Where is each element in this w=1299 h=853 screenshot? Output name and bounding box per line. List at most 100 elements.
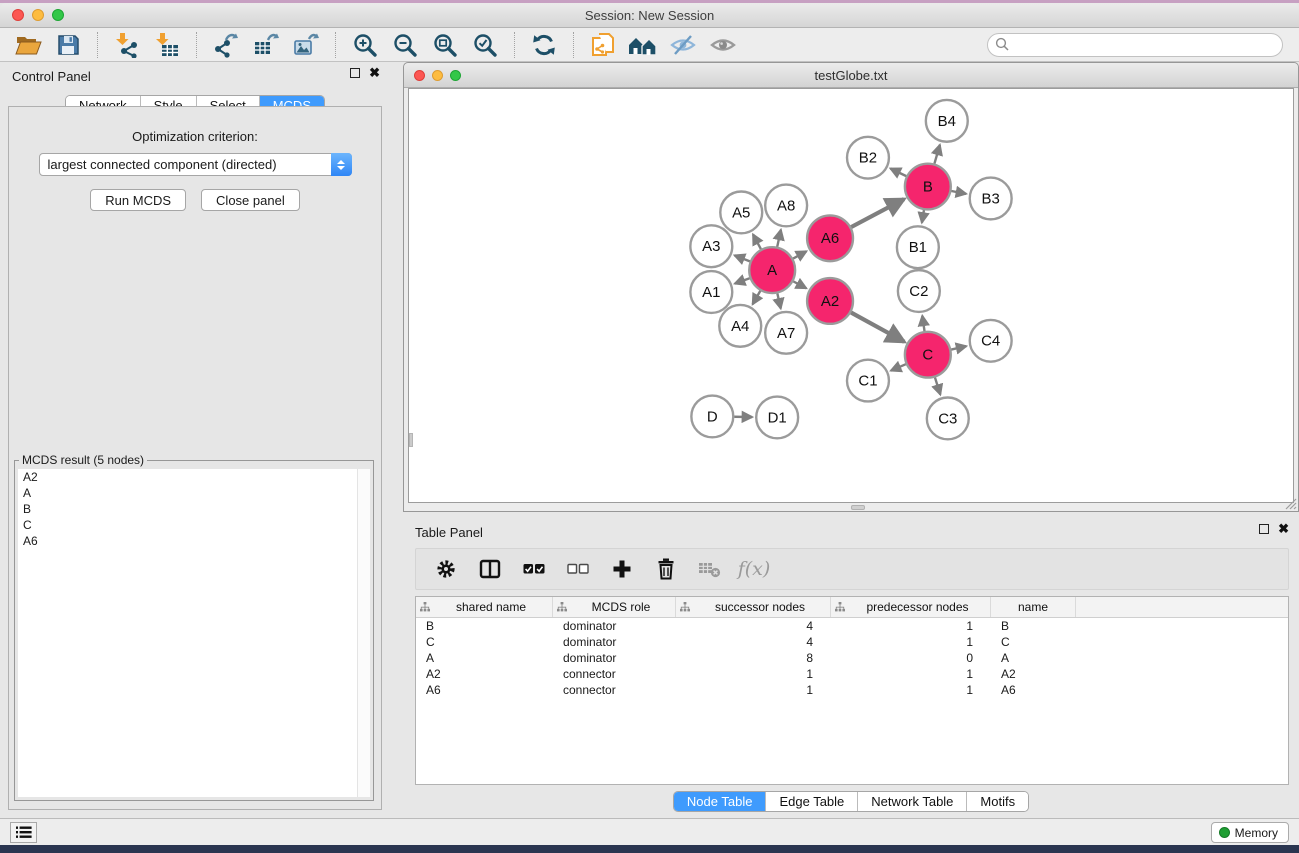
network-vertical-scrollbar[interactable] [409,433,413,447]
close-panel-icon[interactable]: ✖ [1278,524,1289,534]
graph-edge-A-A6[interactable] [793,251,806,258]
graph-node-A7[interactable]: A7 [765,312,807,354]
refresh-button[interactable] [524,30,564,60]
tab-motifs[interactable]: Motifs [967,792,1028,811]
first-neighbors-button[interactable] [623,30,663,60]
graph-edge-A-A5[interactable] [753,234,761,249]
graph-edge-B-B3[interactable] [951,191,966,194]
table-row[interactable]: A6connector11A6 [416,682,1288,698]
graph-edge-A-A2[interactable] [793,281,806,288]
graph-node-A6[interactable]: A6 [807,215,853,261]
float-panel-icon[interactable] [1259,524,1269,534]
network-window-titlebar[interactable]: testGlobe.txt [404,63,1298,88]
show-all-button[interactable] [703,30,743,60]
resize-grip-icon[interactable] [1284,497,1297,510]
graph-node-D1[interactable]: D1 [756,397,798,439]
graph-edge-A-A1[interactable] [735,278,750,283]
result-item-a6[interactable]: A6 [18,533,370,549]
tab-network-table[interactable]: Network Table [858,792,967,811]
graph-edge-A-A7[interactable] [777,293,780,308]
tab-edge-table[interactable]: Edge Table [766,792,858,811]
save-session-button[interactable] [48,30,88,60]
delete-table-button[interactable] [688,551,732,587]
network-horizontal-scrollbar[interactable] [851,505,865,510]
graph-edge-C-C1[interactable] [891,364,906,370]
graph-node-A5[interactable]: A5 [720,192,762,234]
tab-node-table[interactable]: Node Table [674,792,767,811]
table-row[interactable]: Cdominator41C [416,634,1288,650]
result-item-a2[interactable]: A2 [18,469,370,485]
graph-node-B4[interactable]: B4 [926,100,968,142]
show-columns-button[interactable] [468,551,512,587]
graph-edge-A-A8[interactable] [777,230,781,247]
graph-edge-A6-B[interactable] [851,199,904,227]
search-field[interactable] [987,33,1283,57]
graph-node-C3[interactable]: C3 [927,398,969,440]
graph-node-A3[interactable]: A3 [690,225,732,267]
delete-column-button[interactable] [644,551,688,587]
new-network-from-selection-button[interactable] [583,30,623,60]
open-file-button[interactable] [8,30,48,60]
graph-node-A2[interactable]: A2 [807,278,853,324]
graph-node-C1[interactable]: C1 [847,360,889,402]
close-panel-button[interactable]: Close panel [201,189,300,211]
result-scrollbar[interactable] [357,469,370,797]
graph-edge-A-A3[interactable] [735,255,750,261]
graph-node-B1[interactable]: B1 [897,226,939,268]
graph-node-D[interactable]: D [691,396,733,438]
float-panel-icon[interactable] [350,68,360,78]
result-item-b[interactable]: B [18,501,370,517]
search-input[interactable] [1010,36,1282,54]
table-settings-button[interactable] [424,551,468,587]
task-history-button[interactable] [10,822,37,843]
graph-node-A1[interactable]: A1 [690,271,732,313]
graph-node-B2[interactable]: B2 [847,137,889,179]
graph-node-B3[interactable]: B3 [970,178,1012,220]
result-item-a[interactable]: A [18,485,370,501]
graph-node-A4[interactable]: A4 [719,305,761,347]
criterion-dropdown[interactable]: largest connected component (directed) [39,153,352,176]
mcds-result-list[interactable]: A2ABCA6 [18,469,370,797]
network-canvas[interactable]: B4 B2 B B3 A8A5 A6 A3 B1 A A1 C2 A2 A4A7 C4 C C1 D D1 C3 [408,88,1294,503]
import-table-button[interactable] [147,30,187,60]
column-header-name[interactable]: name [991,597,1076,617]
function-builder-button[interactable]: f(x) [732,551,776,587]
graph-node-A[interactable]: A [749,247,795,293]
export-network-button[interactable] [206,30,246,60]
memory-button[interactable]: Memory [1211,822,1289,843]
table-row[interactable]: Adominator80A [416,650,1288,666]
column-header-predecessor-nodes[interactable]: predecessor nodes [831,597,991,617]
table-row[interactable]: Bdominator41B [416,618,1288,634]
column-header-shared-name[interactable]: shared name [416,597,553,617]
graph-edge-B-B2[interactable] [890,168,906,176]
zoom-in-button[interactable] [345,30,385,60]
zoom-out-button[interactable] [385,30,425,60]
graph-edge-C-C4[interactable] [951,346,966,349]
graph-node-A8[interactable]: A8 [765,185,807,227]
hide-selected-button[interactable] [663,30,703,60]
graph-node-C4[interactable]: C4 [970,320,1012,362]
graph-edge-C-C3[interactable] [935,378,940,395]
column-header-successor-nodes[interactable]: successor nodes [676,597,831,617]
import-network-button[interactable] [107,30,147,60]
graph-node-C[interactable]: C [905,332,951,378]
graph-edge-A-A4[interactable] [753,291,761,304]
graph-edge-C-C2[interactable] [922,316,924,331]
zoom-selected-button[interactable] [465,30,505,60]
graph-node-C2[interactable]: C2 [898,270,940,312]
export-image-button[interactable] [286,30,326,60]
graph-edge-A2-C[interactable] [851,313,904,342]
zoom-fit-button[interactable] [425,30,465,60]
add-column-button[interactable] [600,551,644,587]
export-table-button[interactable] [246,30,286,60]
run-mcds-button[interactable]: Run MCDS [90,189,186,211]
graph-node-B[interactable]: B [905,164,951,210]
result-item-c[interactable]: C [18,517,370,533]
select-all-button[interactable] [512,551,556,587]
column-header-MCDS-role[interactable]: MCDS role [553,597,676,617]
graph-edge-B-B4[interactable] [934,145,939,164]
close-panel-icon[interactable]: ✖ [369,68,380,78]
graph-edge-B-B1[interactable] [922,210,924,223]
table-row[interactable]: A2connector11A2 [416,666,1288,682]
deselect-all-button[interactable] [556,551,600,587]
